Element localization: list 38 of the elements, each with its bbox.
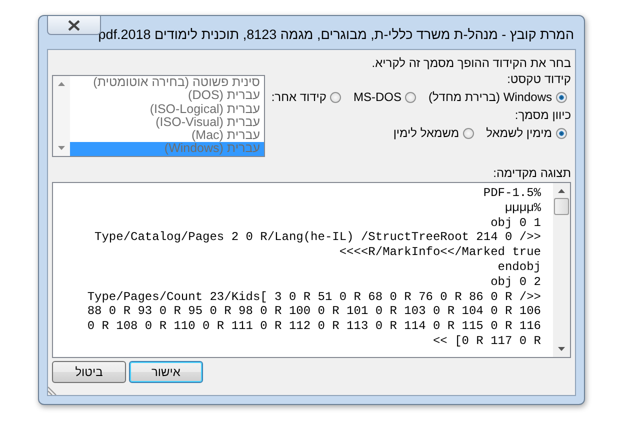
radio-label: MS-DOS [353,90,402,104]
preview-line: PDF-1.5% [483,186,541,201]
radio-button[interactable] [556,128,567,138]
preview-line: 88 0 R 93 0 R 95 0 R 98 0 R 100 0 R 101 0 R 103 0 R 104 0 R 106 [87,304,541,320]
radio-button[interactable] [405,92,416,102]
preview-label: תצוגה מקדימה: [492,165,571,181]
radio-label: קידוד אחר: [271,90,326,104]
scrollbar[interactable] [553,183,570,357]
scroll-down-icon[interactable] [558,347,565,351]
radio-option[interactable]: משמאל לימין [393,126,474,140]
dialog-button[interactable]: אישור [129,361,203,383]
preview-line: << [0 R 117 0 R [432,334,541,349]
dialog-button[interactable]: ביטול [52,361,126,383]
window-title: המרת קובץ - מנהל-ת משרד כללי-ת, מבוגרים, מגמה 8123, תוכנית לימודים 2018.pdf [98,27,574,42]
preview-line: <<<<R/MarkInfo<</Marked true [339,245,541,260]
preview-line: µµµµ% [504,200,541,216]
preview-line: obj 0 1 [490,216,541,230]
radio-option[interactable]: קידוד אחר: [271,90,342,104]
radio-button[interactable] [556,92,567,102]
radio-button[interactable] [463,128,474,138]
close-icon [67,20,81,30]
close-button[interactable] [47,16,101,35]
preview-line: endobj [498,260,541,275]
scroll-up-icon[interactable] [558,189,565,193]
group-label: קידוד טקסט: [506,71,571,87]
instruction-text: בחר את הקידוד ההופך מסמך זה לקריא. [370,55,571,71]
radio-option[interactable]: MS-DOS [353,90,416,104]
preview-line: 0 R 108 0 R 110 0 R 111 0 R 112 0 R 113 0 R 114 0 R 115 0 R 116 [87,319,541,334]
radio-option[interactable]: מימין לשמאל [486,126,567,140]
radio-label: מימין לשמאל [486,126,552,140]
group-label: כיוון מסמך: [514,107,571,123]
radio-label: משמאל לימין [393,126,460,140]
preview-line: Type/Catalog/Pages 2 0 R/Lang(he-IL) /StructTreeRoot 214 0 />> [94,230,541,246]
radio-button[interactable] [330,92,342,102]
resize-grip-icon[interactable] [48,386,57,395]
scroll-thumb[interactable] [554,198,569,215]
preview-line: obj 0 2 [490,274,541,290]
preview-line: Type/Pages/Count 23/Kids[ 3 0 R 51 0 R 68 0 R 76 0 R 86 0 R />> [87,290,541,304]
